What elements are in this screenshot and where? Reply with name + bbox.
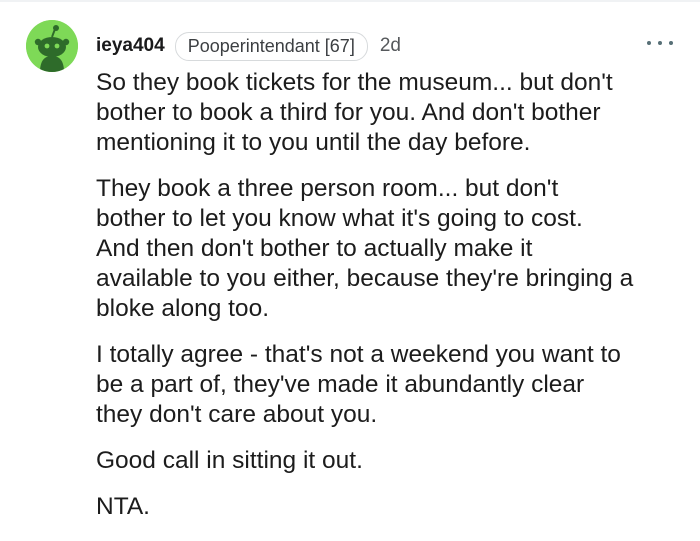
reddit-snoo-avatar-icon	[26, 20, 78, 72]
comment: ieya404 Pooperintendant [67] 2d So they …	[0, 0, 700, 541]
comment-header: ieya404 Pooperintendant [67] 2d	[96, 31, 401, 61]
user-flair: Pooperintendant [67]	[174, 31, 368, 61]
comment-age: 2d	[379, 35, 401, 56]
avatar[interactable]	[26, 20, 78, 72]
author-username[interactable]: ieya404	[96, 35, 165, 57]
comment-paragraph: So they book tickets for the museum... b…	[96, 69, 613, 156]
comment-paragraph: I totally agree - that's not a weekend y…	[96, 341, 621, 428]
dot	[647, 41, 651, 45]
dot	[658, 41, 662, 45]
dot	[669, 41, 673, 45]
comment-body: So they book tickets for the museum... b…	[96, 68, 686, 538]
comment-paragraph: They book a three person room... but don…	[96, 175, 634, 322]
comment-paragraph: Good call in sitting it out.	[96, 447, 363, 474]
comment-paragraph: NTA.	[96, 493, 150, 520]
more-options-icon[interactable]	[647, 36, 673, 50]
